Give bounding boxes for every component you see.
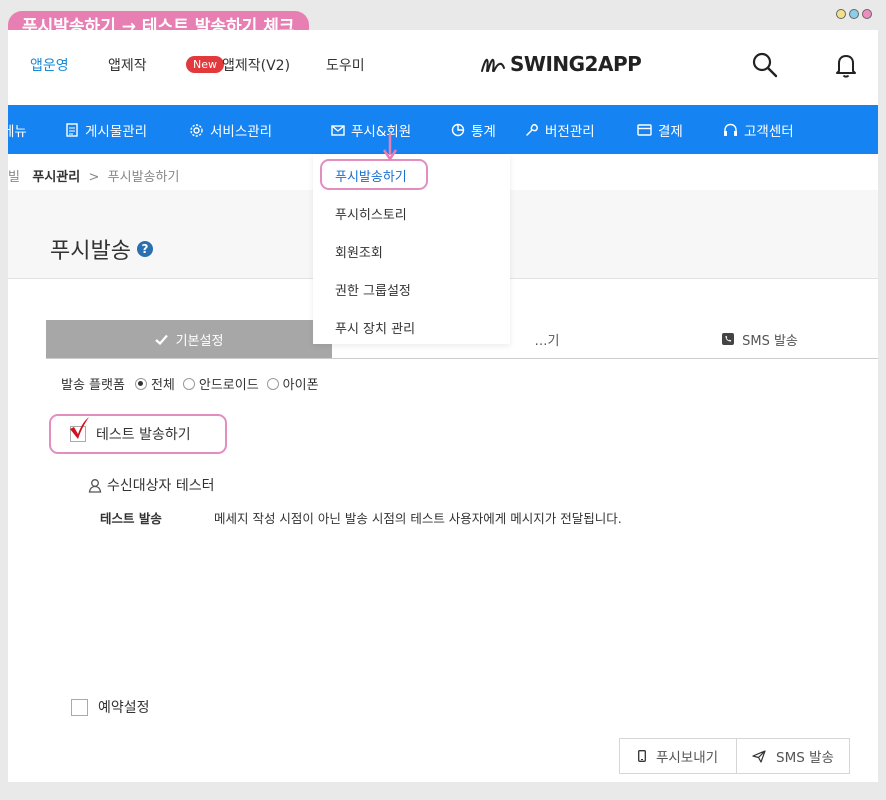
- receiver-tester: 수신대상자 테스터: [88, 475, 215, 495]
- breadcrumb-prefix: 빌: [8, 170, 20, 185]
- pink-arrow-down-icon: [383, 133, 397, 161]
- tab-sms-send-label: SMS 발송: [742, 333, 798, 349]
- tab-sms-send[interactable]: SMS 발송: [642, 320, 878, 358]
- reservation-checkbox[interactable]: [71, 698, 88, 716]
- user-icon: [88, 478, 102, 493]
- breadcrumb-current: 푸시발송하기: [107, 170, 180, 185]
- dropdown-item-push-devices[interactable]: 푸시 장치 관리: [335, 318, 415, 337]
- receiver-label: 수신대상자 테스터: [107, 478, 215, 494]
- dropdown-item-member-lookup[interactable]: 회원조회: [335, 242, 383, 261]
- radio-all-label[interactable]: 전체: [151, 374, 175, 393]
- main-menu-bar: 메뉴 게시물관리 서비스관리 푸시&회원 통계 버전관리 결제 고객센터: [8, 105, 878, 154]
- credit-card-icon: [637, 124, 652, 136]
- tabs-divider: [46, 358, 878, 359]
- breadcrumb-section[interactable]: 푸시관리: [32, 170, 80, 185]
- gear-icon: [190, 123, 203, 137]
- menu-services-label: 서비스관리: [210, 124, 273, 140]
- test-send-info-row: 테스트 발송 메세지 작성 시점이 아닌 발송 시점의 테스트 사용자에게 메시…: [100, 508, 622, 527]
- reservation-label[interactable]: 예약설정: [98, 697, 150, 717]
- reservation-row[interactable]: 예약설정: [71, 697, 150, 717]
- push-send-highlight: [320, 159, 428, 190]
- test-send-label[interactable]: 테스트 발송하기: [96, 424, 191, 444]
- radio-iphone[interactable]: [266, 377, 279, 390]
- pink-dot[interactable]: [862, 9, 872, 19]
- nav-app-make[interactable]: 앱제작: [108, 55, 147, 75]
- logo-text: SWING2APP: [510, 52, 642, 76]
- tab-basic-settings[interactable]: 기본설정: [46, 320, 332, 358]
- document-icon: [66, 123, 78, 137]
- menu-payment[interactable]: 결제: [637, 120, 683, 140]
- radio-iphone-label[interactable]: 아이폰: [283, 374, 319, 393]
- mail-icon: [331, 124, 345, 136]
- search-icon[interactable]: [750, 50, 780, 80]
- menu-stats[interactable]: 통계: [451, 120, 496, 140]
- blue-dot[interactable]: [849, 9, 859, 19]
- menu-services[interactable]: 서비스관리: [189, 120, 272, 140]
- menu-stats-label: 통계: [471, 124, 496, 140]
- test-send-info-description: 메세지 작성 시점이 아닌 발송 시점의 테스트 사용자에게 메시지가 전달됩니…: [213, 511, 622, 526]
- yellow-dot[interactable]: [836, 9, 846, 19]
- menu-versions[interactable]: 버전관리: [525, 120, 595, 140]
- swing2app-logo[interactable]: SWING2APP: [480, 52, 642, 76]
- platform-label: 발송 플랫폼: [61, 378, 125, 393]
- mobile-icon: [637, 750, 646, 762]
- dropdown-item-push-history[interactable]: 푸시히스토리: [335, 204, 407, 223]
- menu-versions-label: 버전관리: [545, 124, 595, 140]
- new-badge: New: [186, 56, 224, 73]
- headset-icon: [724, 123, 737, 136]
- radio-android[interactable]: [182, 377, 195, 390]
- menu-customer-center[interactable]: 고객센터: [723, 120, 794, 140]
- nav-app-operation[interactable]: 앱운영: [30, 55, 69, 75]
- pie-chart-icon: [451, 123, 465, 137]
- phone-icon: [722, 333, 735, 345]
- menu-customer-center-label: 고객센터: [744, 124, 794, 140]
- breadcrumb-separator: >: [88, 170, 100, 185]
- wrench-icon: [526, 124, 538, 136]
- dropdown-item-permission-groups[interactable]: 권한 그룹설정: [335, 280, 411, 299]
- sms-send-button[interactable]: SMS 발송: [736, 738, 850, 774]
- menu-push-members[interactable]: 푸시&회원: [331, 120, 411, 140]
- sms-send-label: SMS 발송: [776, 750, 834, 766]
- menu-menu[interactable]: 메뉴: [8, 120, 27, 140]
- tab-basic-settings-label: 기본설정: [175, 333, 224, 349]
- menu-push-members-label: 푸시&회원: [351, 124, 412, 140]
- menu-posts-label: 게시물관리: [85, 124, 148, 140]
- menu-payment-label: 결제: [658, 124, 683, 140]
- tab-second-label: …기: [534, 333, 560, 349]
- check-icon: [154, 334, 168, 345]
- platform-selector: 발송 플랫폼 전체 안드로이드 아이폰: [61, 374, 319, 393]
- paper-plane-icon: [752, 749, 766, 763]
- help-icon[interactable]: ?: [136, 241, 153, 257]
- app-frame: 앱운영 앱제작 New 앱제작(V2) 도우미 SWING2APP 메뉴 게시물…: [8, 30, 878, 782]
- window-controls: [836, 9, 872, 19]
- top-nav: 앱운영 앱제작 New 앱제작(V2) 도우미 SWING2APP: [8, 30, 878, 105]
- logo-swirl-icon: [481, 58, 505, 72]
- push-send-button[interactable]: 푸시보내기: [619, 738, 737, 774]
- page-title: 푸시발송 ?: [50, 233, 153, 265]
- page-title-text: 푸시발송: [50, 239, 131, 264]
- breadcrumb: 빌 푸시관리 > 푸시발송하기: [8, 166, 179, 185]
- radio-all[interactable]: [134, 377, 147, 390]
- bell-icon[interactable]: [831, 50, 861, 80]
- menu-menu-label: 메뉴: [8, 124, 27, 140]
- radio-android-label[interactable]: 안드로이드: [199, 374, 259, 393]
- nav-help[interactable]: 도우미: [326, 55, 365, 75]
- menu-posts[interactable]: 게시물관리: [66, 120, 147, 140]
- nav-app-make-v2[interactable]: 앱제작(V2): [222, 55, 290, 75]
- red-checkmark-icon: [70, 417, 89, 439]
- test-send-info-label: 테스트 발송: [100, 511, 162, 526]
- push-send-label: 푸시보내기: [655, 750, 719, 766]
